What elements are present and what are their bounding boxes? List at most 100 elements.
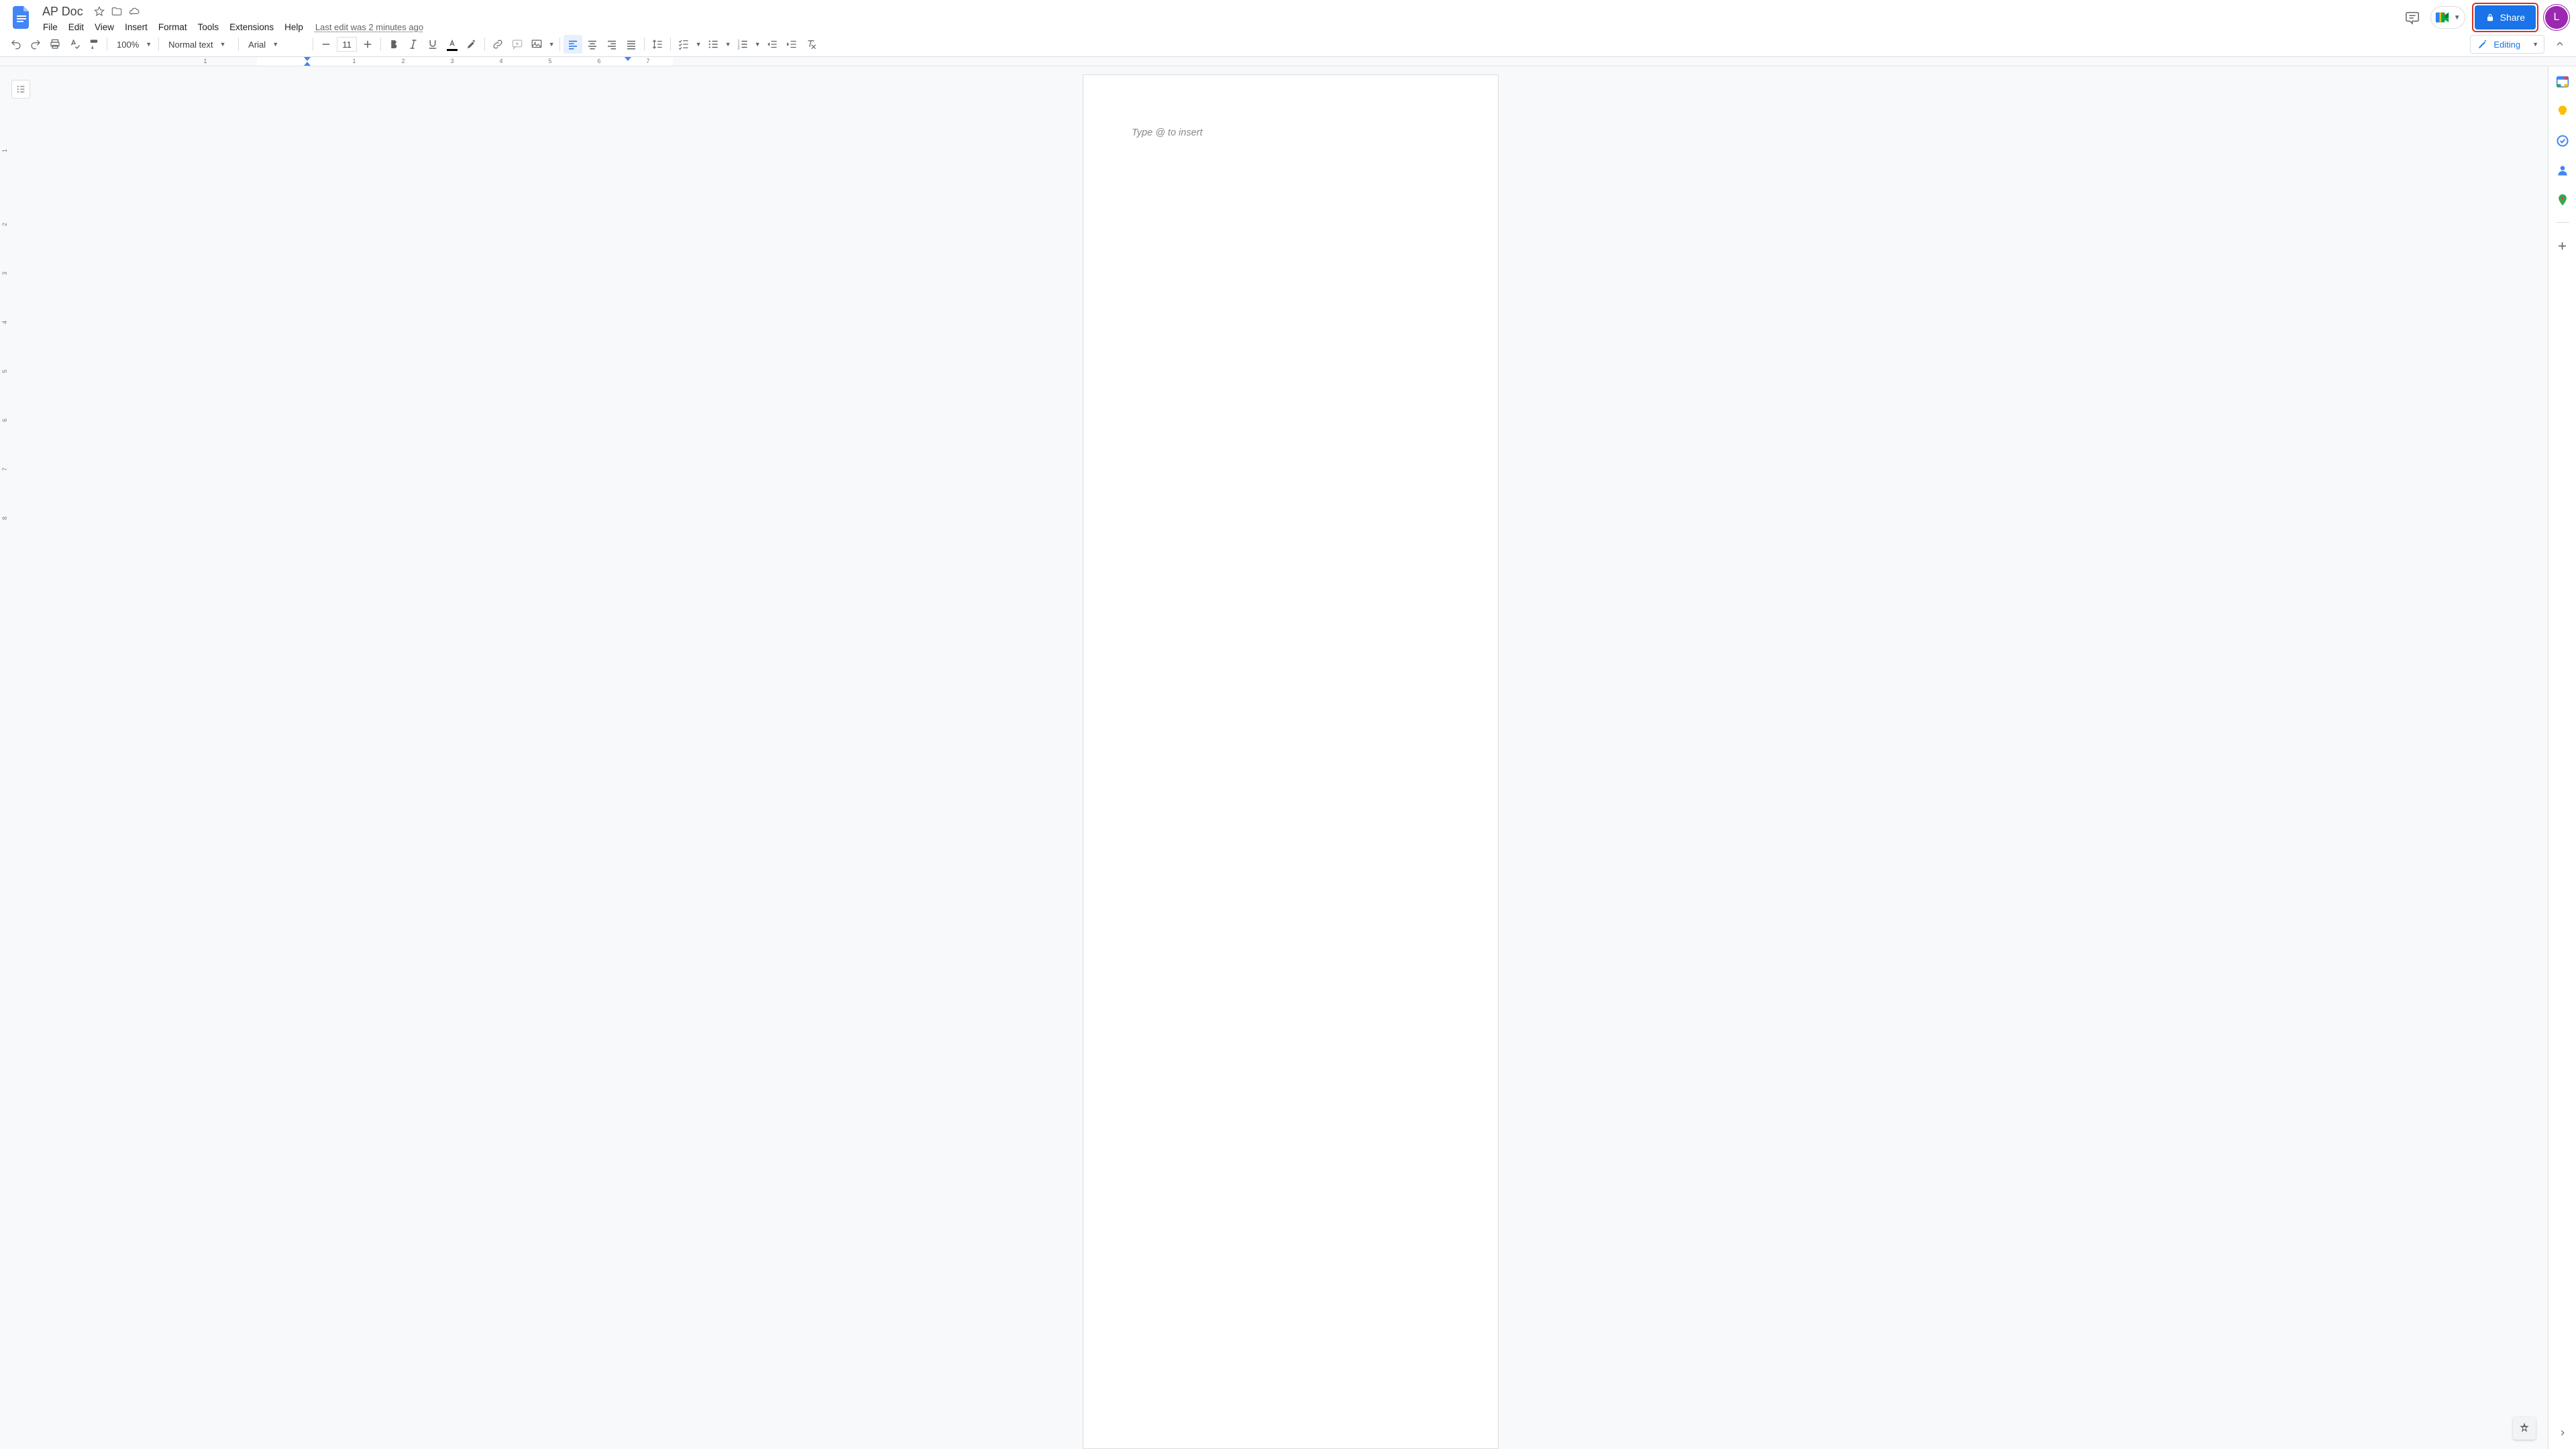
- bulleted-list-button[interactable]: [704, 35, 722, 54]
- document-canvas[interactable]: Type @ to insert: [34, 66, 2548, 1449]
- font-size-decrease-button[interactable]: [317, 35, 335, 54]
- menu-bar: File Edit View Insert Format Tools Exten…: [38, 19, 2401, 35]
- insert-link-button[interactable]: [488, 35, 507, 54]
- vruler-tick: 4: [1, 321, 8, 324]
- star-icon[interactable]: [92, 4, 107, 19]
- menu-view[interactable]: View: [89, 21, 119, 34]
- contacts-addon-icon[interactable]: [2555, 163, 2570, 178]
- titlebar: AP Doc File Edit View Insert Format Tool…: [0, 0, 2576, 32]
- keep-addon-icon[interactable]: [2555, 104, 2570, 119]
- insert-image-button[interactable]: [527, 35, 546, 54]
- explore-button[interactable]: [2513, 1417, 2536, 1440]
- bulleted-list-caret[interactable]: ▼: [723, 35, 733, 54]
- menu-help[interactable]: Help: [279, 21, 309, 34]
- add-comment-button[interactable]: [508, 35, 527, 54]
- document-placeholder-text: Type @ to insert: [1132, 127, 1203, 138]
- show-outline-button[interactable]: [11, 80, 30, 99]
- numbered-list-button[interactable]: 123: [733, 35, 752, 54]
- caret-down-icon: ▼: [220, 41, 226, 48]
- redo-button[interactable]: [26, 35, 45, 54]
- ruler-tick: 4: [499, 58, 502, 64]
- bold-button[interactable]: [384, 35, 403, 54]
- document-page[interactable]: Type @ to insert: [1083, 74, 1499, 1449]
- last-edit-link[interactable]: Last edit was 2 minutes ago: [315, 22, 423, 32]
- toolbar-container: 100%▼ Normal text▼ Arial▼ ▼ ▼ ▼: [0, 32, 2576, 57]
- comment-history-button[interactable]: [2401, 6, 2424, 29]
- menu-edit[interactable]: Edit: [63, 21, 89, 34]
- font-size-control: [317, 35, 377, 54]
- menu-extensions[interactable]: Extensions: [224, 21, 279, 34]
- text-color-button[interactable]: [443, 35, 462, 54]
- hide-side-panel-button[interactable]: [2553, 1424, 2572, 1442]
- vertical-ruler[interactable]: 1 2 3 4 5 6 7 8: [0, 66, 8, 1449]
- print-button[interactable]: [46, 35, 64, 54]
- font-size-input[interactable]: [337, 37, 357, 52]
- ruler-tick: 7: [646, 58, 649, 64]
- zoom-dropdown[interactable]: 100%▼: [111, 36, 155, 53]
- pencil-icon: [2477, 39, 2488, 50]
- meet-button[interactable]: ▼: [2430, 6, 2465, 29]
- checklist-button[interactable]: [674, 35, 693, 54]
- right-indent-marker[interactable]: [625, 57, 631, 61]
- menu-format[interactable]: Format: [153, 21, 193, 34]
- left-indent-marker[interactable]: [304, 62, 311, 66]
- menu-insert[interactable]: Insert: [119, 21, 153, 34]
- font-value: Arial: [248, 40, 266, 50]
- paragraph-style-dropdown[interactable]: Normal text ▼: [162, 36, 235, 53]
- align-justify-button[interactable]: [622, 35, 641, 54]
- titlebar-right: ▼ Share L: [2401, 4, 2568, 31]
- outline-pane: [8, 66, 34, 1449]
- docs-logo[interactable]: [8, 4, 35, 31]
- align-center-button[interactable]: [583, 35, 602, 54]
- first-line-indent-marker[interactable]: [304, 57, 311, 61]
- spellcheck-button[interactable]: [65, 35, 84, 54]
- editing-mode-dropdown[interactable]: Editing ▼: [2470, 35, 2544, 54]
- ruler-tick: 2: [401, 58, 405, 64]
- clear-formatting-button[interactable]: [802, 35, 820, 54]
- toolbar-separator: [644, 38, 645, 51]
- title-area: AP Doc File Edit View Insert Format Tool…: [38, 4, 2401, 35]
- highlight-color-button[interactable]: [462, 35, 481, 54]
- account-avatar[interactable]: L: [2545, 6, 2568, 29]
- side-panel: +: [2548, 66, 2576, 1449]
- tasks-addon-icon[interactable]: [2555, 133, 2570, 148]
- maps-addon-icon[interactable]: [2555, 193, 2570, 207]
- paint-format-button[interactable]: [85, 35, 103, 54]
- font-family-dropdown[interactable]: Arial▼: [242, 36, 309, 53]
- calendar-addon-icon[interactable]: [2555, 74, 2570, 89]
- lock-icon: [2485, 13, 2495, 22]
- style-value: Normal text: [168, 40, 213, 50]
- horizontal-ruler[interactable]: 1 1 2 3 4 5 6 7: [0, 57, 2576, 66]
- editing-mode-label: Editing: [2493, 40, 2520, 50]
- underline-button[interactable]: [423, 35, 442, 54]
- cloud-status-icon[interactable]: [127, 4, 142, 19]
- get-addons-button[interactable]: +: [2558, 237, 2567, 255]
- checklist-caret[interactable]: ▼: [694, 35, 703, 54]
- menu-file[interactable]: File: [38, 21, 63, 34]
- undo-button[interactable]: [7, 35, 25, 54]
- document-title-input[interactable]: AP Doc: [38, 4, 88, 19]
- caret-down-icon: ▼: [146, 41, 152, 48]
- move-icon[interactable]: [109, 4, 124, 19]
- align-left-button[interactable]: [564, 35, 582, 54]
- ruler-tick: 1: [352, 58, 356, 64]
- align-right-button[interactable]: [602, 35, 621, 54]
- toolbar: 100%▼ Normal text▼ Arial▼ ▼ ▼ ▼: [0, 32, 2576, 56]
- text-color-indicator: [447, 49, 458, 51]
- share-button[interactable]: Share: [2475, 5, 2536, 30]
- toolbar-separator: [158, 38, 159, 51]
- toolbar-separator: [670, 38, 671, 51]
- line-spacing-button[interactable]: [648, 35, 667, 54]
- collapse-toolbar-button[interactable]: [2551, 35, 2569, 54]
- vruler-tick: 6: [1, 419, 8, 422]
- italic-button[interactable]: [404, 35, 423, 54]
- menu-tools[interactable]: Tools: [193, 21, 225, 34]
- font-size-increase-button[interactable]: [358, 35, 377, 54]
- numbered-list-caret[interactable]: ▼: [753, 35, 762, 54]
- increase-indent-button[interactable]: [782, 35, 801, 54]
- decrease-indent-button[interactable]: [763, 35, 782, 54]
- vruler-tick: 3: [1, 272, 8, 275]
- toolbar-separator: [484, 38, 485, 51]
- insert-image-caret[interactable]: ▼: [547, 35, 556, 54]
- vruler-tick: 8: [1, 517, 8, 520]
